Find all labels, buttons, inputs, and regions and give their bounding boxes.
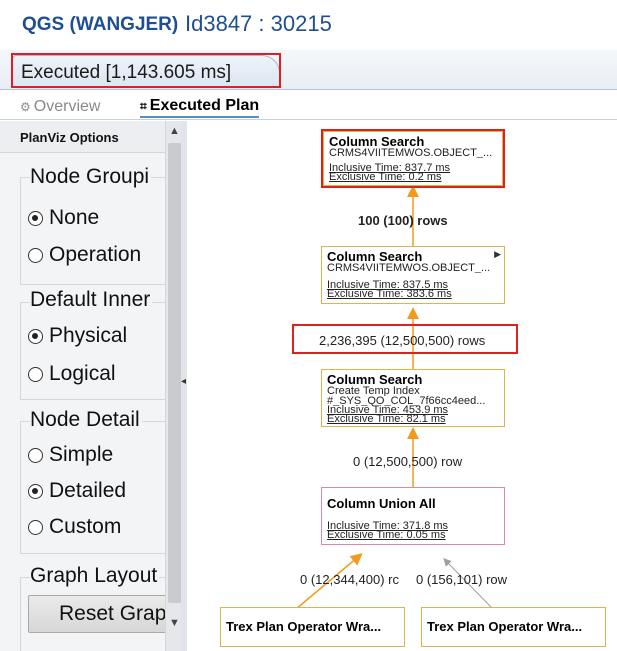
panel-header: PlanViz Options bbox=[0, 121, 165, 153]
scroll-up-icon[interactable]: ▲ bbox=[169, 125, 180, 137]
plan-node-column-search-2[interactable]: ▶ Column Search CRMS4VIITEMWOS.OBJECT_..… bbox=[321, 246, 505, 304]
radio-logical-label: Logical bbox=[49, 362, 116, 385]
plan-graph-canvas[interactable]: Column Search CRMS4VIITEMWOS.OBJECT_... … bbox=[188, 121, 617, 651]
node-subtitle: Create Temp Index bbox=[327, 386, 420, 396]
plan-icon: ⌗ bbox=[140, 98, 147, 113]
window-titlebar: QGS (WANGJER) Id3847 : 30215 bbox=[0, 0, 617, 50]
radio-checked-icon bbox=[28, 210, 43, 226]
radio-checked-icon bbox=[28, 483, 43, 499]
radio-custom-label: Custom bbox=[49, 515, 122, 538]
node-title: Column Search bbox=[327, 372, 423, 387]
radio-unchecked-icon bbox=[28, 447, 43, 463]
radio-operation[interactable]: Operation bbox=[28, 243, 141, 267]
expand-arrow-icon[interactable]: ▶ bbox=[494, 249, 501, 260]
plan-node-column-search-1[interactable]: Column Search CRMS4VIITEMWOS.OBJECT_... … bbox=[323, 131, 503, 186]
group-label-graph-layout: Graph Layout bbox=[30, 564, 160, 588]
radio-checked-icon bbox=[28, 328, 43, 344]
rows-label-1: 100 (100) rows bbox=[358, 213, 448, 228]
planviz-options-panel: PlanViz Options Node Groupi None Operati… bbox=[0, 121, 187, 651]
radio-unchecked-icon bbox=[28, 247, 43, 263]
plan-node-trex-1[interactable]: Trex Plan Operator Wra... bbox=[220, 607, 405, 647]
group-frame-node-grouping bbox=[20, 177, 170, 285]
radio-custom[interactable]: Custom bbox=[28, 515, 121, 539]
node-title: Trex Plan Operator Wra... bbox=[427, 619, 583, 634]
radio-unchecked-icon bbox=[28, 519, 43, 535]
node-title: Column Union All bbox=[327, 496, 436, 511]
node-exclusive-time: Exclusive Time: 82.1 ms bbox=[327, 413, 446, 425]
reset-graph-button[interactable]: Reset Grap bbox=[28, 595, 178, 633]
radio-physical[interactable]: Physical bbox=[28, 324, 127, 348]
node-exclusive-time: Exclusive Time: 383.6 ms bbox=[327, 288, 452, 300]
node-exclusive-time: Exclusive Time: 0.2 ms bbox=[329, 171, 442, 183]
subtab-bar: ⚙ Overview ⌗ Executed Plan bbox=[0, 90, 617, 120]
gear-icon: ⚙ bbox=[20, 100, 31, 114]
group-label-default-inner: Default Inner bbox=[30, 288, 153, 312]
rows-label-4b: 0 (156,101) row bbox=[416, 572, 508, 587]
tab-executed-plan-label: Executed Plan bbox=[149, 97, 260, 114]
radio-unchecked-icon bbox=[28, 366, 43, 382]
radio-detailed-label: Detailed bbox=[49, 479, 127, 502]
radio-simple-label: Simple bbox=[49, 443, 114, 466]
radio-operation-label: Operation bbox=[49, 243, 142, 266]
node-title: Trex Plan Operator Wra... bbox=[226, 619, 382, 634]
node-subtitle: CRMS4VIITEMWOS.OBJECT_... bbox=[327, 263, 491, 273]
scroll-thumb[interactable] bbox=[168, 143, 182, 603]
radio-none-label: None bbox=[49, 206, 100, 229]
rows-label-4a: 0 (12,344,400) rc bbox=[300, 572, 400, 587]
radio-detailed[interactable]: Detailed bbox=[28, 479, 126, 503]
session-id: Id3847 : 30215 bbox=[185, 11, 332, 36]
app-name: QGS (WANGJER) bbox=[22, 14, 179, 35]
tab-overview[interactable]: ⚙ Overview bbox=[20, 96, 100, 118]
panel-splitter[interactable]: ◂ bbox=[181, 121, 187, 651]
executed-tab-label: Executed [1,143.605 ms] bbox=[21, 62, 232, 83]
executed-tab[interactable]: Executed [1,143.605 ms] bbox=[12, 55, 280, 88]
panel-title: PlanViz Options bbox=[20, 130, 119, 145]
rows-label-3: 0 (12,500,500) row bbox=[353, 454, 463, 469]
node-exclusive-time: Exclusive Time: 0.05 ms bbox=[327, 529, 446, 541]
tab-overview-label: Overview bbox=[33, 98, 101, 115]
plan-node-column-search-3[interactable]: Column Search Create Temp Index #_SYS_QO… bbox=[321, 369, 505, 427]
node-subtitle: CRMS4VIITEMWOS.OBJECT_... bbox=[329, 148, 493, 158]
radio-none[interactable]: None bbox=[28, 206, 99, 230]
collapse-left-icon[interactable]: ◂ bbox=[181, 376, 186, 387]
plan-node-column-union-all[interactable]: Column Union All Inclusive Time: 371.8 m… bbox=[321, 487, 505, 545]
scroll-down-icon[interactable]: ▼ bbox=[169, 617, 180, 629]
group-label-node-detail: Node Detail bbox=[30, 408, 142, 432]
radio-logical[interactable]: Logical bbox=[28, 362, 116, 386]
executed-tab-strip: Executed [1,143.605 ms] bbox=[0, 50, 617, 90]
tab-executed-plan[interactable]: ⌗ Executed Plan bbox=[140, 96, 260, 118]
group-label-node-grouping: Node Groupi bbox=[30, 165, 152, 189]
node-title: Column Search bbox=[327, 249, 423, 264]
plan-node-trex-2[interactable]: Trex Plan Operator Wra... bbox=[421, 607, 606, 647]
node-title: Column Search bbox=[329, 134, 425, 149]
rows-label-2: 2,236,395 (12,500,500) rows bbox=[319, 333, 486, 348]
radio-physical-label: Physical bbox=[49, 324, 128, 347]
radio-simple[interactable]: Simple bbox=[28, 443, 113, 467]
